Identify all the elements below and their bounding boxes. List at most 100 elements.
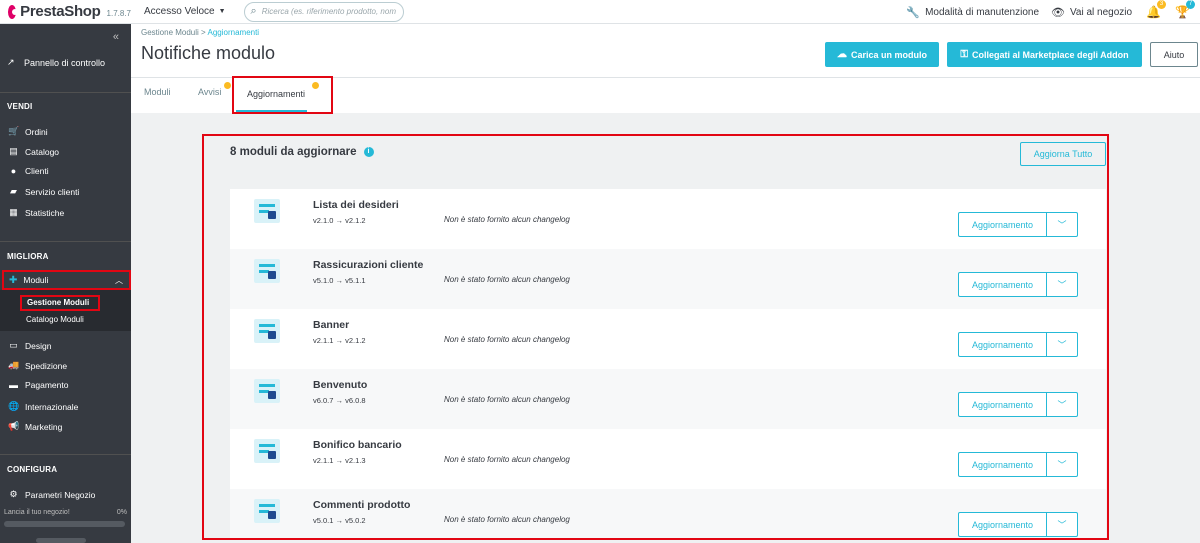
gear-icon: ⚙ [9, 489, 18, 499]
module-changelog: Non è stato fornito alcun changelog [444, 335, 570, 344]
chat-icon: ▰ [10, 186, 17, 196]
customers-notification[interactable]: 🏆 7 [1175, 0, 1195, 19]
module-row: Commenti prodotto v5.0.1 → v5.0.2 Non è … [230, 489, 1106, 538]
chevron-down-icon[interactable]: ﹀ [1047, 513, 1077, 536]
prestashop-logo-icon [8, 4, 19, 19]
chevron-down-icon[interactable]: ﹀ [1047, 273, 1077, 296]
orders-notification[interactable]: 🔔 3 [1146, 0, 1167, 19]
update-module-button-group: Aggiornamento ﹀ [958, 512, 1078, 537]
cloud-upload-icon: ☁ [836, 49, 847, 60]
updates-count-label: 8 moduli da aggiornare [230, 146, 357, 158]
chevron-down-icon[interactable]: ﹀ [1047, 393, 1077, 416]
key-icon: ⚿ [960, 49, 968, 60]
module-row: Rassicurazioni cliente v5.1.0 → v5.1.1 N… [230, 249, 1106, 309]
shop-label: Vai al negozio [1070, 6, 1133, 18]
chevron-down-icon[interactable]: ﹀ [1047, 213, 1077, 236]
view-shop-link[interactable]: 👁 Vai al negozio [1051, 6, 1132, 19]
store-icon: ▤ [9, 146, 18, 156]
quick-access-dropdown[interactable]: Accesso Veloce ▼ [144, 6, 226, 17]
sidebar-item-international[interactable]: 🌐 Internazionale [8, 401, 78, 412]
welcome-icon [254, 379, 280, 403]
module-row: Bonifico bancario v2.1.1 → v2.1.3 Non è … [230, 429, 1106, 489]
tab-updates[interactable]: Aggiornamenti [247, 89, 305, 99]
sidebar-divider [0, 454, 131, 455]
puzzle-icon: ✚ [9, 274, 18, 286]
sidebar-item-label: Spedizione [25, 360, 68, 371]
update-module-button[interactable]: Aggiornamento [959, 273, 1047, 296]
chevron-down-icon[interactable]: ﹀ [1047, 453, 1077, 476]
wrench-icon: 🔧 [906, 6, 921, 19]
credit-card-icon: ▬ [9, 380, 18, 390]
sidebar-item-label: Clienti [25, 166, 49, 176]
quick-access-label: Accesso Veloce [144, 6, 215, 17]
tab-modules[interactable]: Moduli [144, 87, 171, 97]
reassurance-icon [254, 259, 280, 283]
launch-button[interactable] [36, 538, 86, 543]
sidebar-item-marketing[interactable]: 📢 Marketing [8, 421, 62, 432]
chevron-down-icon[interactable]: ﹀ [1047, 333, 1077, 356]
sidebar-item-customer-service[interactable]: ▰ Servizio clienti [8, 186, 79, 197]
marketplace-connect-label: Collegati al Marketplace degli Addon [971, 49, 1129, 60]
update-module-button[interactable]: Aggiornamento [959, 453, 1047, 476]
eye-icon: 👁 [1051, 6, 1065, 19]
sidebar-item-label: Internazionale [25, 401, 79, 412]
sidebar-item-shop-parameters[interactable]: ⚙ Parametri Negozio [8, 489, 95, 500]
breadcrumb-current[interactable]: Aggiornamenti [208, 28, 260, 37]
sidebar-item-payment[interactable]: ▬ Pagamento [8, 380, 68, 390]
submenu-item-module-catalog[interactable]: Catalogo Moduli [26, 315, 84, 324]
update-module-button[interactable]: Aggiornamento [959, 213, 1047, 236]
wishlist-icon [254, 199, 280, 223]
sidebar-item-customers[interactable]: ● Clienti [8, 166, 49, 176]
update-all-button[interactable]: Aggiorna Tutto [1020, 142, 1106, 166]
maintenance-link[interactable]: 🔧 Modalità di manutenzione [906, 6, 1039, 19]
update-module-button-group: Aggiornamento ﹀ [958, 452, 1078, 477]
sidebar-item-orders[interactable]: 🛒 Ordini [8, 126, 48, 137]
module-version: v2.1.1 → v2.1.2 [313, 336, 366, 345]
megaphone-icon: 📢 [8, 421, 20, 431]
sidebar-item-label: Pagamento [25, 380, 69, 390]
submenu-item-module-manager[interactable]: Gestione Moduli [20, 295, 100, 311]
section-improve: MIGLIORA [7, 252, 49, 261]
update-module-button[interactable]: Aggiornamento [959, 393, 1047, 416]
breadcrumb-parent[interactable]: Gestione Moduli [141, 28, 199, 37]
sidebar-item-dashboard[interactable]: ↗ Pannello di controllo [7, 57, 105, 68]
sidebar-item-modules[interactable]: ✚ Moduli ︿ [2, 270, 131, 290]
sidebar-item-design[interactable]: ▭ Design [8, 340, 51, 351]
orders-badge: 3 [1157, 0, 1167, 9]
update-module-button[interactable]: Aggiornamento [959, 333, 1047, 356]
update-module-button-group: Aggiornamento ﹀ [958, 392, 1078, 417]
sidebar-divider [0, 92, 131, 93]
breadcrumb: Gestione Moduli > Aggiornamenti [141, 28, 259, 37]
info-icon[interactable]: i [363, 147, 374, 157]
brand-logo[interactable]: PrestaShop 1.7.8.7 [0, 3, 131, 20]
sidebar-item-shipping[interactable]: 🚚 Spedizione [8, 360, 67, 371]
sidebar-item-catalog[interactable]: ▤ Catalogo [8, 146, 59, 157]
module-version: v5.0.1 → v5.0.2 [313, 516, 366, 525]
sidebar-divider [0, 241, 131, 242]
sidebar: « ↗ Pannello di controllo VENDI 🛒 Ordini… [0, 24, 131, 543]
updates-panel: 8 moduli da aggiornare i Aggiorna Tutto … [202, 134, 1109, 540]
module-name: Benvenuto [313, 379, 368, 391]
sidebar-item-label: Servizio clienti [25, 186, 80, 197]
truck-icon: 🚚 [8, 360, 20, 370]
bank-icon [254, 439, 280, 463]
tab-alerts[interactable]: Avvisi [198, 87, 221, 97]
help-button[interactable]: Aiuto [1150, 42, 1198, 67]
upload-module-button[interactable]: ☁ Carica un modulo [825, 42, 939, 67]
version-label: 1.7.8.7 [106, 9, 131, 18]
collapse-sidebar-icon[interactable]: « [113, 31, 119, 43]
update-module-button-group: Aggiornamento ﹀ [958, 272, 1078, 297]
update-module-button-group: Aggiornamento ﹀ [958, 212, 1078, 237]
sidebar-item-label: Marketing [25, 421, 63, 432]
sidebar-item-stats[interactable]: ▦ Statistiche [8, 207, 64, 218]
marketplace-connect-button[interactable]: ⚿ Collegati al Marketplace degli Addon [947, 42, 1142, 67]
module-name: Rassicurazioni cliente [313, 259, 424, 271]
module-row: Benvenuto v6.0.7 → v6.0.8 Non è stato fo… [230, 369, 1106, 429]
section-configure: CONFIGURA [7, 465, 58, 474]
active-tab-indicator [236, 110, 307, 112]
update-module-button[interactable]: Aggiornamento [959, 513, 1047, 536]
globe-icon: 🌐 [8, 401, 20, 411]
module-name: Lista dei desideri [313, 199, 399, 211]
search-input[interactable]: ⌕ Ricerca (es. riferimento prodotto, nom [243, 1, 404, 22]
module-changelog: Non è stato fornito alcun changelog [444, 395, 570, 404]
